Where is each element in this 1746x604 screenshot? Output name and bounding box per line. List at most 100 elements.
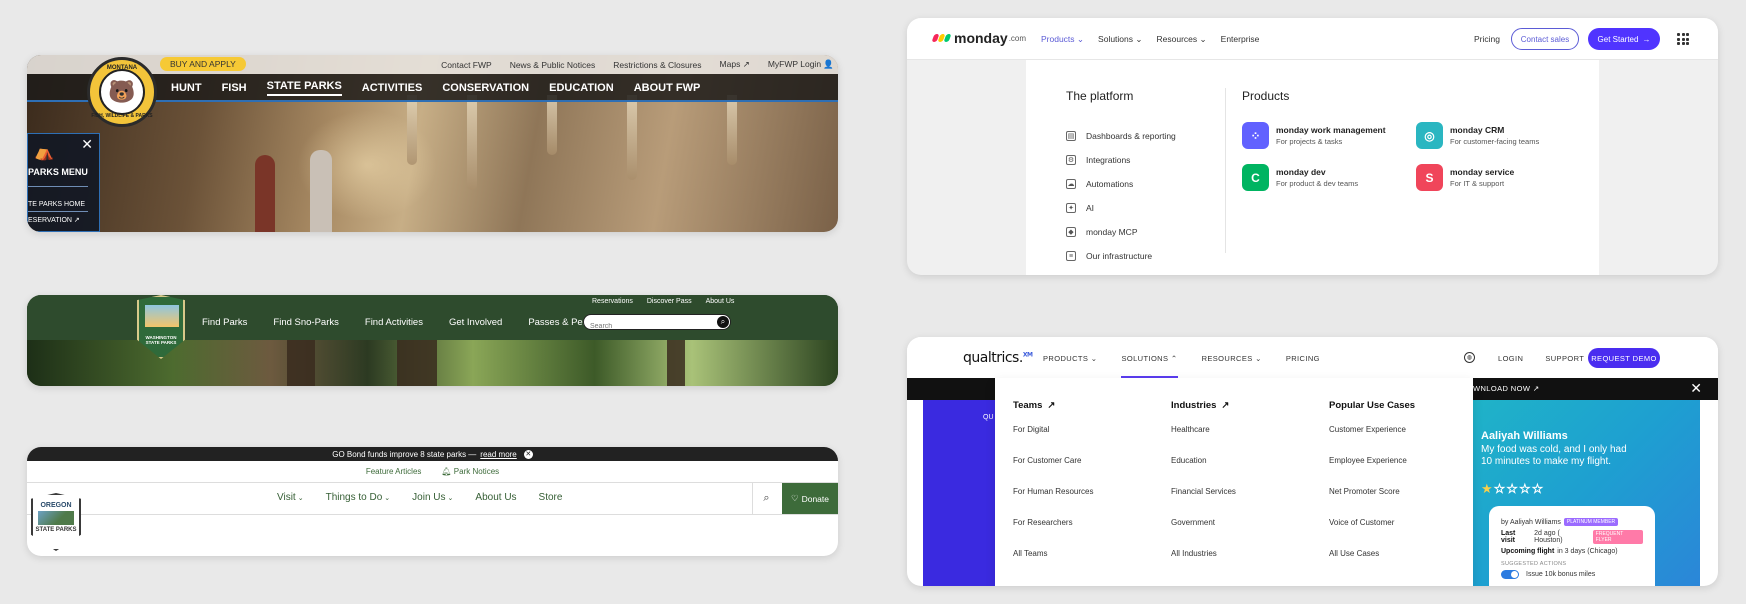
util-link-news[interactable]: News & Public Notices — [510, 60, 596, 70]
nav-resources[interactable]: Resources ⌄ — [1157, 34, 1207, 45]
menu-item[interactable]: For Customer Care — [1013, 456, 1093, 487]
product-dev[interactable]: C monday dev For product & dev teams — [1242, 164, 1358, 191]
platform-item-infrastructure[interactable]: ≡ Our infrastructure — [1066, 244, 1176, 268]
platform-item-ai[interactable]: ✦ AI — [1066, 196, 1176, 220]
util-link-reservations[interactable]: Reservations — [592, 298, 633, 305]
menu-item[interactable]: Net Promoter Score — [1329, 487, 1415, 518]
platinum-tag: PLATINUM MEMBER — [1563, 518, 1619, 526]
main-nav: Products ⌄ Solutions ⌄ Resources ⌄ Enter… — [1041, 34, 1259, 45]
product-name: monday service — [1450, 167, 1515, 177]
search-icon[interactable]: ⌕ — [717, 316, 729, 328]
product-crm[interactable]: ◎ monday CRM For customer-facing teams — [1416, 122, 1539, 149]
brand-name: qualtrics. — [963, 350, 1023, 366]
nav-about-fwp[interactable]: ABOUT FWP — [634, 82, 701, 94]
nav-find-parks[interactable]: Find Parks — [202, 317, 247, 328]
platform-item-mcp[interactable]: ◆ monday MCP — [1066, 220, 1176, 244]
menu-item[interactable]: Healthcare — [1171, 425, 1236, 456]
menu-item[interactable]: All Industries — [1171, 549, 1236, 580]
park-notices-link[interactable]: 🔔︎ Park Notices — [441, 467, 499, 476]
nav-education[interactable]: EDUCATION — [549, 82, 614, 94]
close-icon[interactable]: ✕ — [1690, 380, 1702, 397]
request-demo-button[interactable]: REQUEST DEMO — [1588, 348, 1660, 368]
column-heading-use-cases[interactable]: Popular Use Cases — [1329, 400, 1415, 411]
menu-item[interactable]: For Researchers — [1013, 518, 1093, 549]
nav-enterprise[interactable]: Enterprise — [1221, 34, 1260, 45]
menu-item[interactable]: All Use Cases — [1329, 549, 1415, 580]
column-heading-teams[interactable]: Teams ↗ — [1013, 400, 1093, 411]
nav-activities[interactable]: ACTIVITIES — [362, 82, 423, 94]
action-toggle[interactable] — [1501, 570, 1519, 579]
nav-join-us[interactable]: Join Us ⌄ — [412, 492, 453, 503]
util-link-contact[interactable]: Contact FWP — [441, 60, 492, 70]
util-link-discover-pass[interactable]: Discover Pass — [647, 298, 692, 305]
support-link[interactable]: SUPPORT — [1545, 354, 1584, 363]
nav-about-us[interactable]: About Us — [475, 492, 516, 503]
nav-solutions[interactable]: SOLUTIONS ⌃ — [1121, 354, 1178, 378]
close-icon[interactable]: ✕ — [523, 449, 533, 459]
close-icon[interactable]: ✕ — [81, 136, 93, 153]
menu-item[interactable]: Financial Services — [1171, 487, 1236, 518]
login-link[interactable]: LOGIN — [1498, 354, 1523, 363]
menu-item[interactable]: Voice of Customer — [1329, 518, 1415, 549]
parks-menu-item-home[interactable]: TE PARKS HOME — [28, 201, 85, 208]
download-now-link[interactable]: WNLOAD NOW ↗ — [1473, 384, 1540, 393]
menu-item[interactable]: Government — [1171, 518, 1236, 549]
product-service[interactable]: S monday service For IT & support — [1416, 164, 1514, 191]
nav-store[interactable]: Store — [539, 492, 563, 503]
link-feature-articles[interactable]: Feature Articles — [366, 467, 422, 476]
menu-item[interactable]: Customer Experience — [1329, 425, 1415, 456]
nav-visit[interactable]: Visit ⌄ — [277, 492, 304, 503]
oregon-parks-logo[interactable]: OREGON STATE PARKS — [31, 493, 81, 551]
nav-conservation[interactable]: CONSERVATION — [442, 82, 529, 94]
util-link-login[interactable]: MyFWP Login 👤 — [768, 59, 834, 70]
buy-and-apply-button[interactable]: BUY AND APPLY — [160, 57, 246, 71]
menu-item[interactable]: For Human Resources — [1013, 487, 1093, 518]
dashboard-icon: ▤ — [1066, 131, 1076, 141]
contact-sales-button[interactable]: Contact sales — [1511, 28, 1579, 50]
util-link-about-us[interactable]: About Us — [706, 298, 735, 305]
product-desc: For product & dev teams — [1276, 179, 1359, 188]
product-desc: For customer-facing teams — [1450, 137, 1540, 146]
column-heading-industries[interactable]: Industries ↗ — [1171, 400, 1236, 411]
util-link-maps[interactable]: Maps ↗ — [720, 59, 750, 70]
last-visit-value: 2d ago ( Houston) — [1534, 530, 1563, 544]
banner-read-more-link[interactable]: read more — [480, 450, 516, 459]
nav-pricing[interactable]: Pricing — [1474, 34, 1500, 44]
qualtrics-logo[interactable]: qualtrics.XM — [963, 350, 1033, 366]
platform-item-automations[interactable]: ☁ Automations — [1066, 172, 1176, 196]
nav-find-activities[interactable]: Find Activities — [365, 317, 423, 328]
search-input[interactable] — [584, 319, 704, 334]
globe-icon[interactable]: ◍ — [1464, 352, 1475, 363]
monday-logo[interactable]: monday .com — [931, 30, 1026, 46]
tree-trunk — [397, 340, 437, 386]
nav-things-to-do[interactable]: Things to Do ⌄ — [326, 492, 391, 503]
donate-button[interactable]: ♡ Donate — [782, 483, 838, 514]
product-work-management[interactable]: ⁘ monday work management For projects & t… — [1242, 122, 1386, 149]
platform-item-integrations[interactable]: ⚙ Integrations — [1066, 148, 1176, 172]
nav-fish[interactable]: FISH — [222, 82, 247, 94]
menu-item[interactable]: For Digital — [1013, 425, 1093, 456]
nav-products[interactable]: PRODUCTS ⌄ — [1043, 354, 1097, 378]
product-name: monday CRM — [1450, 125, 1505, 135]
nav-resources[interactable]: RESOURCES ⌄ — [1202, 354, 1262, 378]
nav-hunt[interactable]: HUNT — [171, 82, 202, 94]
fwp-logo[interactable]: MONTANA 🐻 FISH, WILDLIFE & PARKS — [87, 57, 157, 127]
nav-label: Things to Do — [325, 492, 383, 503]
menu-item[interactable]: All Teams — [1013, 549, 1093, 580]
nav-products[interactable]: Products ⌄ — [1041, 34, 1084, 45]
platform-item-dashboards[interactable]: ▤ Dashboards & reporting — [1066, 124, 1176, 148]
nav-get-involved[interactable]: Get Involved — [449, 317, 502, 328]
menu-item[interactable]: Employee Experience — [1329, 456, 1415, 487]
nav-solutions[interactable]: Solutions ⌄ — [1098, 34, 1142, 45]
util-link-restrictions[interactable]: Restrictions & Closures — [613, 60, 701, 70]
nav-pricing[interactable]: PRICING — [1286, 354, 1320, 378]
search-icon[interactable]: ⌕ — [752, 483, 780, 514]
nav-state-parks[interactable]: STATE PARKS — [266, 80, 342, 96]
get-started-button[interactable]: Get Started → — [1588, 28, 1660, 50]
parks-menu-item-reservation[interactable]: ESERVATION ↗ — [28, 216, 80, 224]
frequent-flyer-tag: FREQUENT FLYER — [1592, 530, 1643, 544]
apps-grid-icon[interactable] — [1677, 33, 1689, 45]
banner-text: GO Bond funds improve 8 state parks — — [332, 449, 477, 459]
menu-item[interactable]: Education — [1171, 456, 1236, 487]
nav-find-sno-parks[interactable]: Find Sno-Parks — [273, 317, 338, 328]
